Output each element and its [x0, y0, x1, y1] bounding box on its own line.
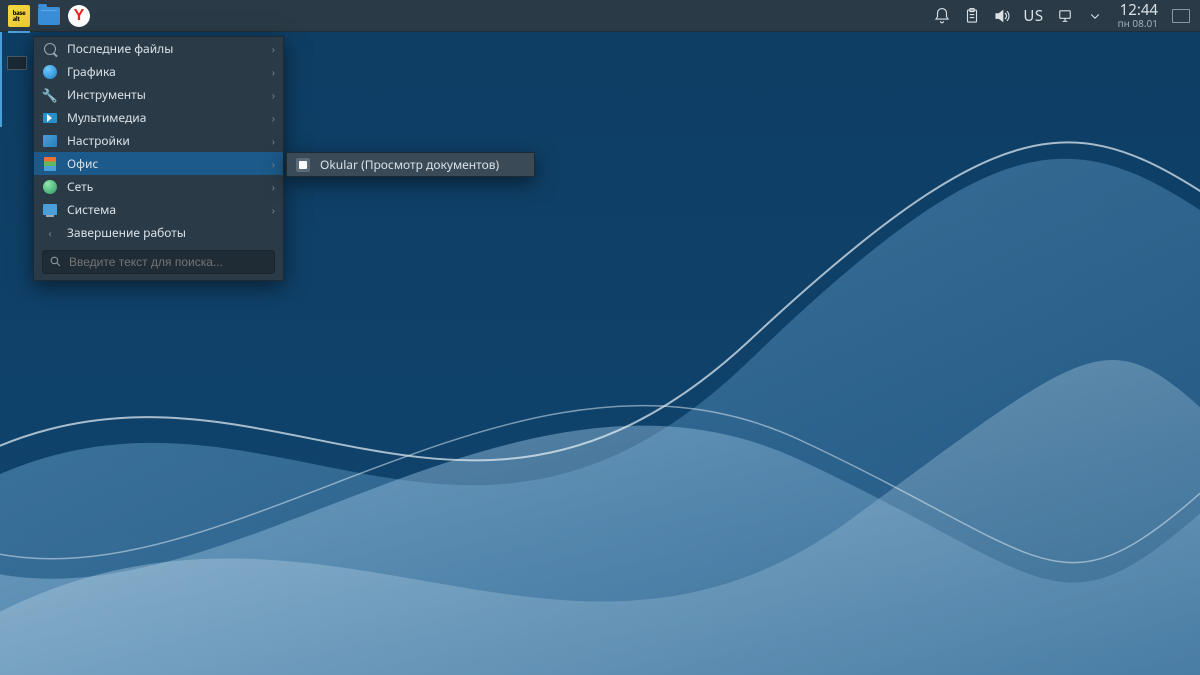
menu-item-label: Сеть	[67, 178, 263, 195]
volume-tray[interactable]	[989, 3, 1015, 29]
taskbar: basealt Y US 12:44 пн 08.01	[0, 0, 1200, 32]
menu-item-system[interactable]: Система ›	[34, 198, 283, 221]
menu-item-label: Настройки	[67, 132, 263, 149]
menu-item-label: Графика	[67, 63, 263, 80]
multimedia-icon	[42, 110, 58, 126]
running-app-thumb[interactable]	[0, 32, 32, 127]
chevron-right-icon: ›	[272, 88, 275, 102]
okular-icon	[295, 157, 311, 173]
menu-item-label: Завершение работы	[67, 224, 275, 241]
network-icon	[1056, 7, 1074, 25]
network-tray[interactable]	[1052, 3, 1078, 29]
chevron-right-icon: ›	[272, 65, 275, 79]
clock-tray[interactable]: 12:44 пн 08.01	[1112, 3, 1164, 29]
chevron-right-icon: ›	[272, 203, 275, 217]
graphics-icon	[42, 64, 58, 80]
menu-item-settings[interactable]: Настройки ›	[34, 129, 283, 152]
office-icon	[42, 156, 58, 172]
menu-item-tools[interactable]: 🔧 Инструменты ›	[34, 83, 283, 106]
clipboard-tray[interactable]	[959, 3, 985, 29]
tray-expand[interactable]	[1082, 3, 1108, 29]
chevron-right-icon: ›	[272, 134, 275, 148]
app-launcher-button[interactable]: basealt	[6, 3, 32, 29]
window-thumbnail-icon	[7, 56, 27, 70]
chevron-down-icon	[1086, 7, 1104, 25]
system-icon	[42, 202, 58, 218]
folder-icon	[38, 7, 60, 25]
network-category-icon	[42, 179, 58, 195]
menu-item-recent[interactable]: Последние файлы ›	[34, 37, 283, 60]
bell-icon	[933, 7, 951, 25]
yandex-icon: Y	[68, 5, 90, 27]
chevron-right-icon: ›	[272, 180, 275, 194]
show-desktop-icon	[1172, 9, 1190, 23]
task-manager-strip	[0, 32, 32, 127]
menu-item-label: Мультимедиа	[67, 109, 263, 126]
keyboard-layout-label: US	[1023, 6, 1043, 26]
chevron-right-icon: ›	[272, 42, 275, 56]
basealt-icon: basealt	[8, 5, 30, 27]
menu-search-input[interactable]	[42, 250, 275, 274]
chevron-right-icon: ›	[272, 111, 275, 125]
menu-item-label: Офис	[67, 155, 263, 172]
menu-item-network[interactable]: Сеть ›	[34, 175, 283, 198]
menu-item-label: Инструменты	[67, 86, 263, 103]
application-menu: Последние файлы › Графика › 🔧 Инструмент…	[33, 36, 284, 281]
menu-item-graphics[interactable]: Графика ›	[34, 60, 283, 83]
chevron-right-icon: ›	[272, 157, 275, 171]
search-icon	[42, 41, 58, 57]
keyboard-layout-tray[interactable]: US	[1019, 3, 1047, 29]
submenu-office: Okular (Просмотр документов)	[286, 152, 535, 177]
submenu-item-label: Okular (Просмотр документов)	[320, 156, 526, 173]
menu-item-multimedia[interactable]: Мультимедиа ›	[34, 106, 283, 129]
menu-item-label: Система	[67, 201, 263, 218]
menu-item-label: Последние файлы	[67, 40, 263, 57]
menu-item-office[interactable]: Офис ›	[34, 152, 283, 175]
notifications-tray[interactable]	[929, 3, 955, 29]
file-manager-launcher[interactable]	[36, 3, 62, 29]
settings-icon	[42, 133, 58, 149]
wrench-icon: 🔧	[42, 87, 58, 103]
chevron-left-icon: ‹	[42, 225, 58, 241]
menu-item-leave[interactable]: ‹ Завершение работы	[34, 221, 283, 244]
submenu-item-okular[interactable]: Okular (Просмотр документов)	[287, 153, 534, 176]
show-desktop-button[interactable]	[1168, 3, 1194, 29]
clipboard-icon	[963, 7, 981, 25]
yandex-browser-launcher[interactable]: Y	[66, 3, 92, 29]
search-icon	[49, 255, 62, 272]
volume-icon	[993, 7, 1011, 25]
clock-date: пн 08.01	[1118, 18, 1158, 28]
